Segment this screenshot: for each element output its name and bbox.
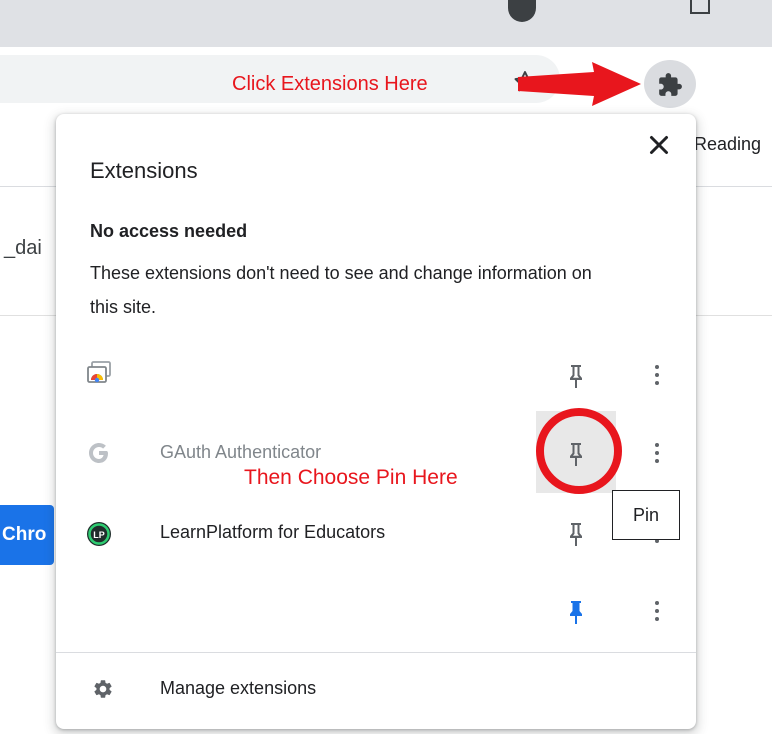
extensions-popup: Extensions No access needed These extens…	[56, 114, 696, 729]
more-options-icon[interactable]	[652, 598, 662, 626]
pin-icon[interactable]	[564, 362, 588, 390]
page-action-button[interactable]: Chro	[0, 505, 54, 565]
extension-name: GAuth Authenticator	[160, 442, 322, 462]
extension-row[interactable]	[56, 350, 696, 402]
extension-row[interactable]	[56, 586, 696, 638]
reading-list-button[interactable]: Reading	[694, 134, 761, 155]
pinned-icon[interactable]	[564, 598, 588, 626]
chrome-remote-icon	[87, 361, 111, 383]
puzzle-icon	[659, 73, 682, 96]
svg-text:LP: LP	[93, 530, 105, 540]
annotation-click-extensions: Click Extensions Here	[232, 73, 428, 95]
manage-extensions-button[interactable]: Manage extensions	[56, 654, 696, 726]
extensions-button[interactable]	[644, 60, 696, 108]
more-options-icon[interactable]	[652, 362, 662, 390]
blank-icon	[86, 599, 112, 625]
popup-title: Extensions	[90, 158, 198, 183]
more-options-icon[interactable]	[652, 440, 662, 468]
learnplatform-icon: LP	[87, 522, 111, 546]
annotation-arrow-icon	[518, 62, 641, 106]
page-text-fragment: _dai	[4, 237, 42, 259]
annotation-choose-pin: Then Choose Pin Here	[244, 466, 458, 489]
extension-name: LearnPlatform for Educators	[160, 522, 386, 542]
close-icon[interactable]	[644, 130, 674, 160]
section-description: These extensions don't need to see and c…	[90, 263, 592, 317]
popup-divider	[56, 652, 696, 653]
window-control-icon[interactable]	[690, 0, 710, 14]
annotation-circle	[536, 408, 622, 494]
extension-row[interactable]: LP LearnPlatform for Educators	[56, 508, 696, 560]
manage-extensions-label: Manage extensions	[160, 678, 317, 698]
tab-strip	[0, 0, 772, 47]
section-heading: No access needed	[90, 221, 248, 241]
pin-tooltip: Pin	[612, 490, 680, 540]
pin-icon[interactable]	[564, 520, 588, 548]
gear-icon	[94, 680, 112, 698]
google-g-icon	[89, 443, 108, 463]
